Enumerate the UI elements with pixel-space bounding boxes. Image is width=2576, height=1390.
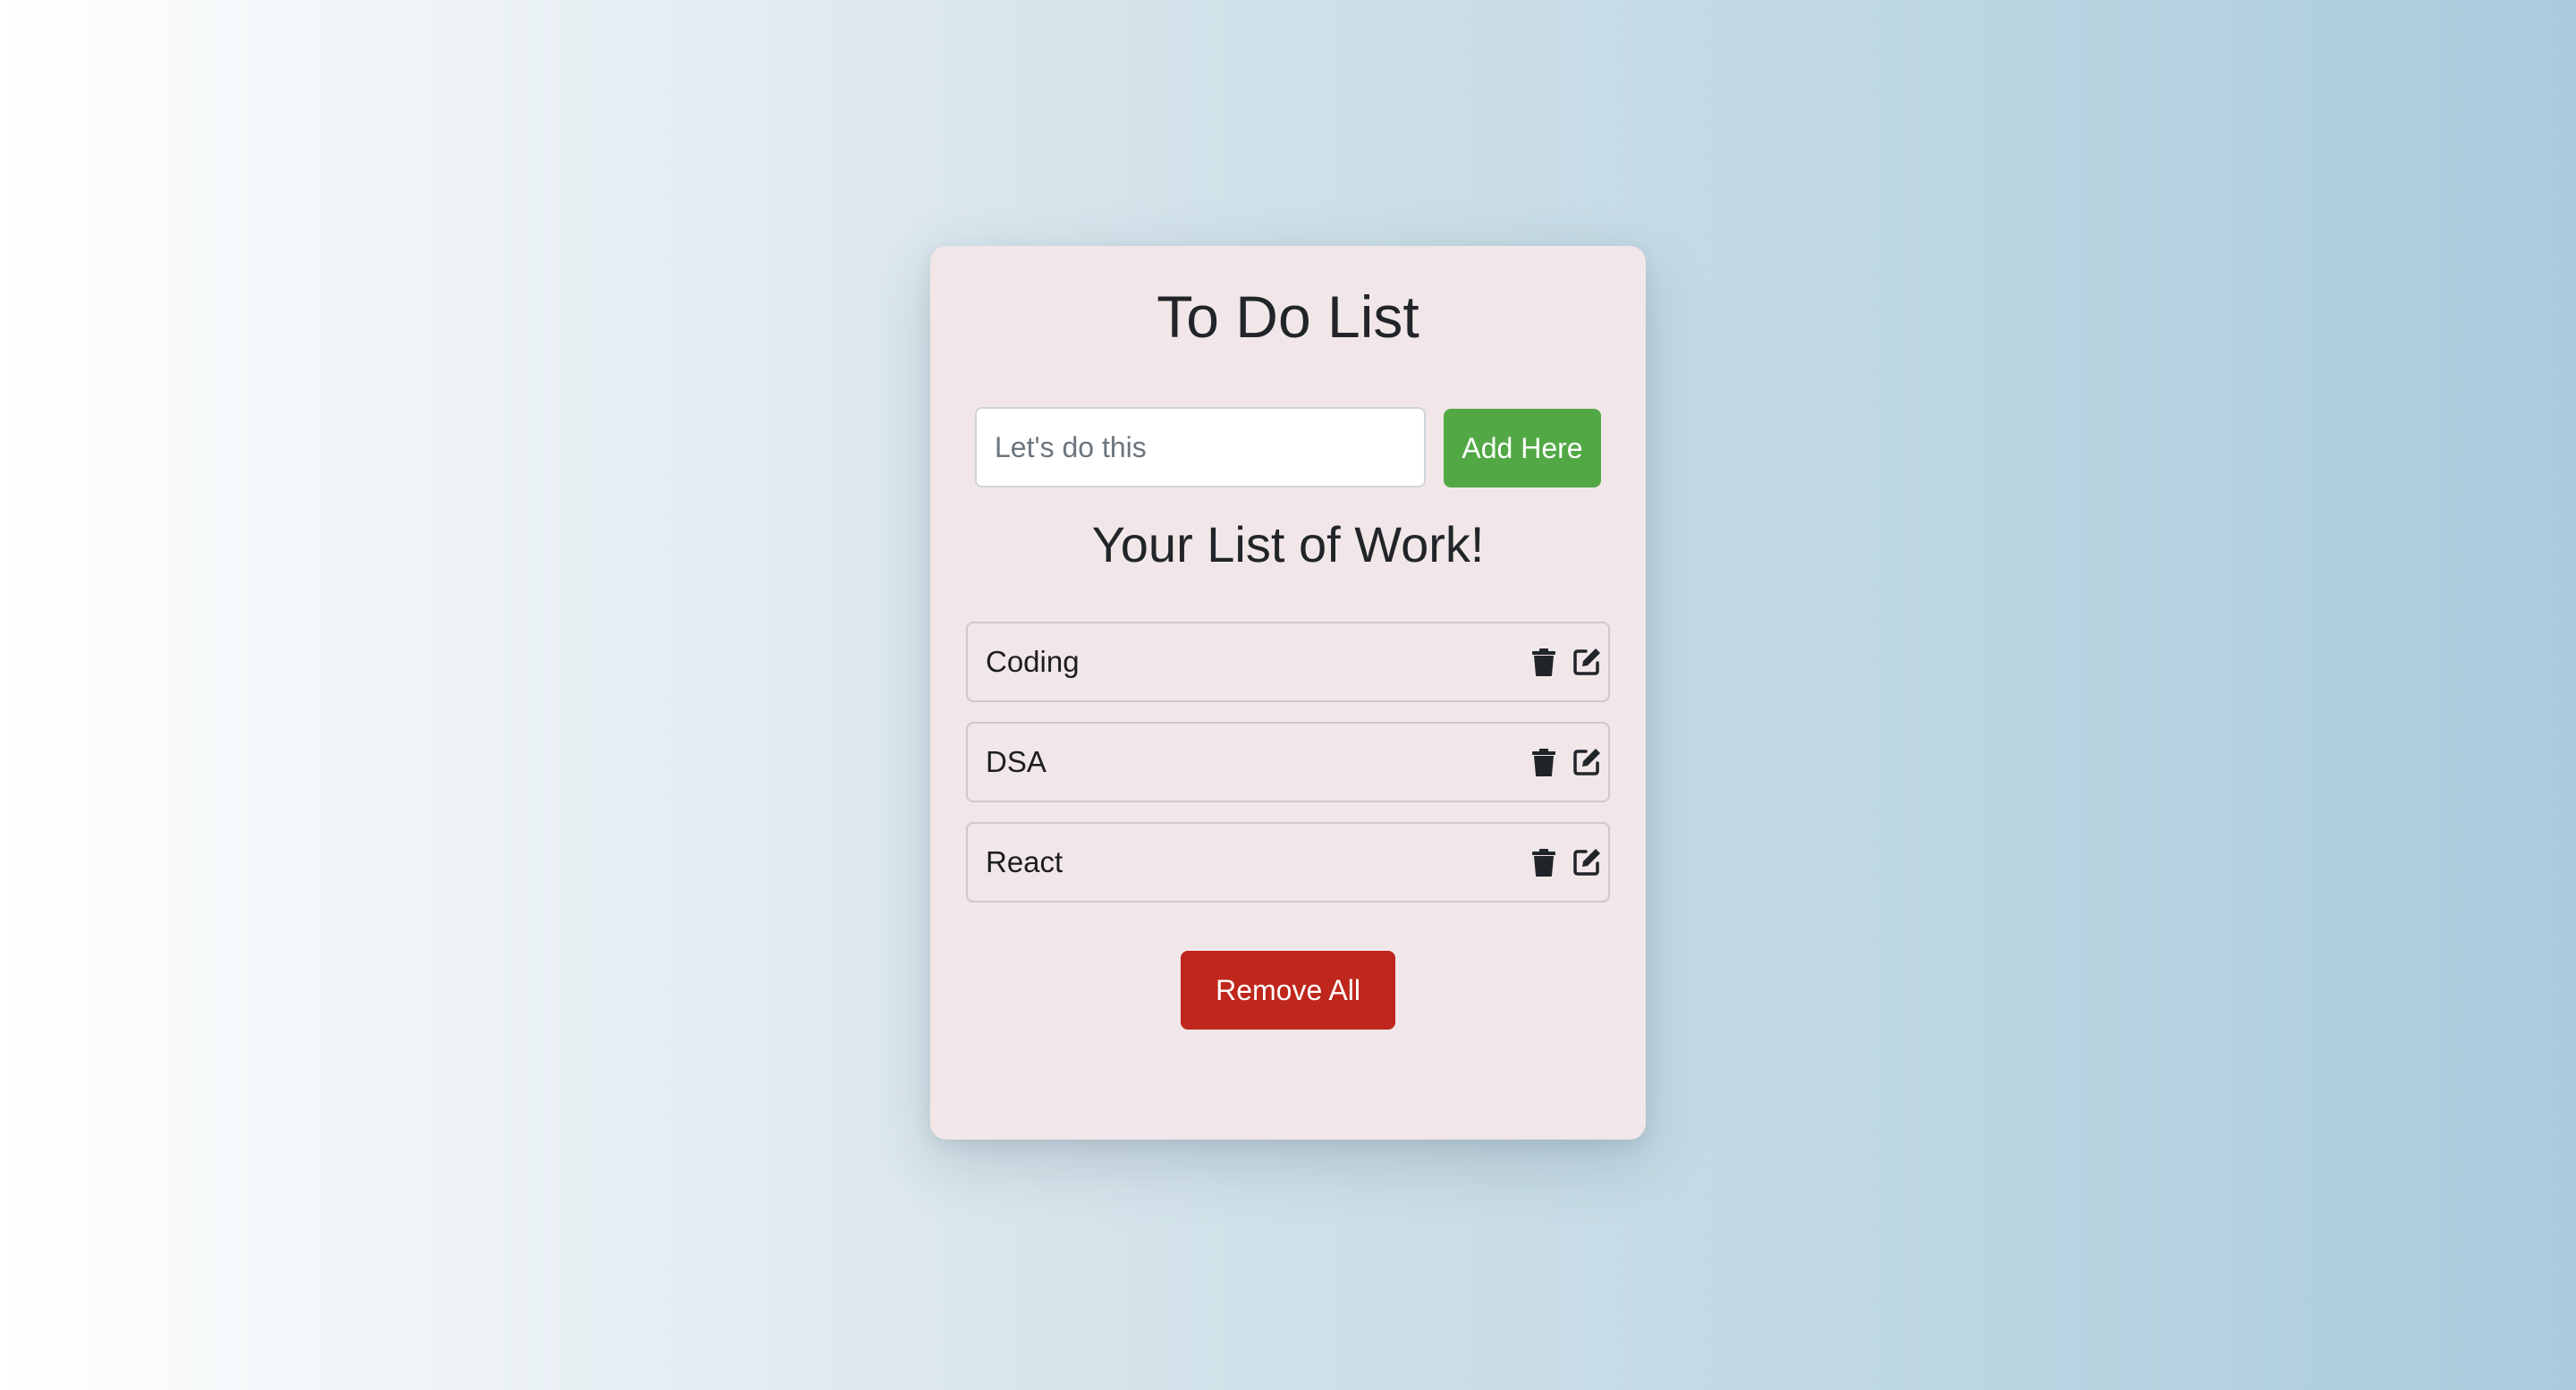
list-heading: Your List of Work!: [1091, 516, 1485, 572]
page-title: To Do List: [1157, 284, 1419, 350]
trash-icon[interactable]: [1528, 746, 1560, 778]
todo-item-label: React: [986, 845, 1063, 878]
task-input[interactable]: [975, 407, 1426, 487]
todo-card: To Do List Add Here Your List of Work! C…: [930, 246, 1646, 1140]
edit-icon[interactable]: [1571, 646, 1603, 678]
add-task-form: Add Here: [975, 407, 1601, 487]
trash-icon[interactable]: [1528, 646, 1560, 678]
todo-item-label: Coding: [986, 645, 1080, 678]
trash-icon[interactable]: [1528, 846, 1560, 878]
todo-item: DSA: [966, 722, 1610, 802]
todo-item: React: [966, 822, 1610, 903]
todo-item: Coding: [966, 622, 1610, 702]
todo-item-label: DSA: [986, 745, 1046, 778]
add-button[interactable]: Add Here: [1444, 409, 1601, 487]
remove-all-button[interactable]: Remove All: [1181, 951, 1395, 1030]
todo-list: Coding DSA React: [966, 622, 1610, 922]
edit-icon[interactable]: [1571, 846, 1603, 878]
edit-icon[interactable]: [1571, 746, 1603, 778]
